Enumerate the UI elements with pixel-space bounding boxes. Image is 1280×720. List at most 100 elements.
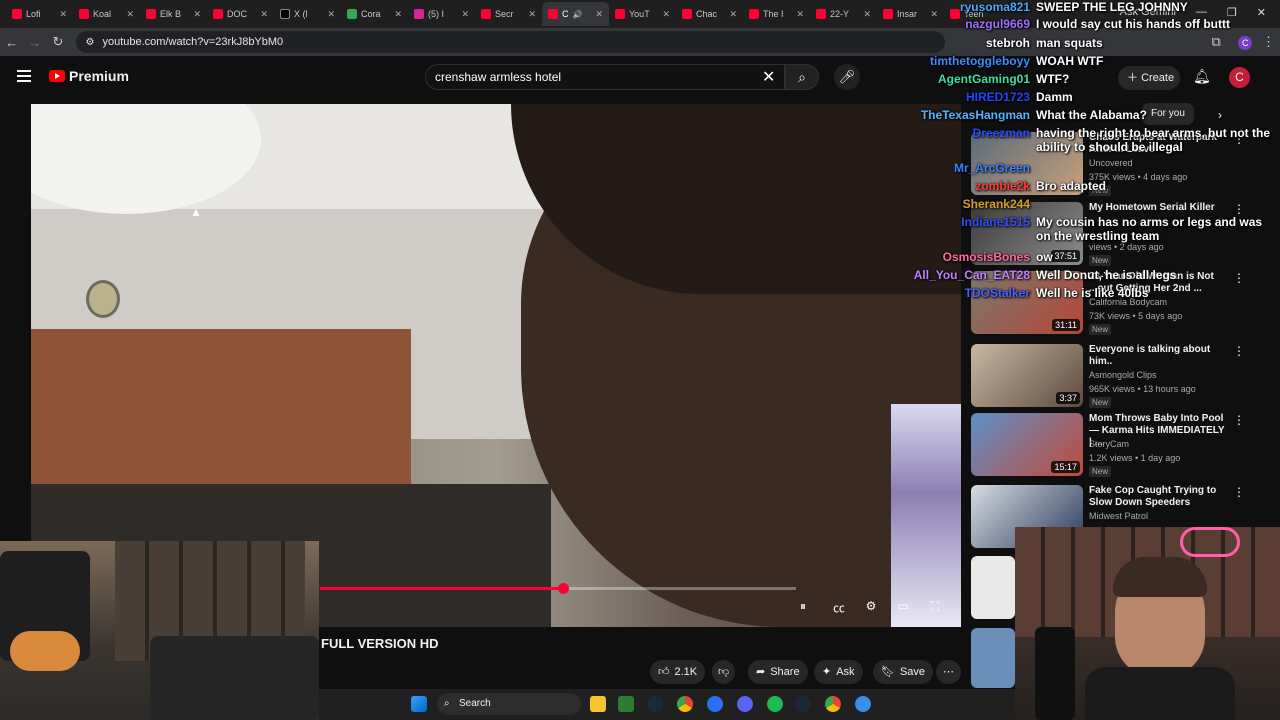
close-tab-icon[interactable]: ✕ bbox=[260, 9, 268, 20]
close-tab-icon[interactable]: ✕ bbox=[327, 9, 335, 20]
profile-icon[interactable]: C bbox=[1234, 34, 1257, 50]
close-tab-icon[interactable]: ✕ bbox=[863, 9, 871, 20]
chat-username: timthetoggleboyy bbox=[929, 54, 1030, 68]
chat-text: man squats bbox=[1036, 36, 1103, 50]
miniplayer-icon[interactable]: ▭ bbox=[893, 599, 913, 615]
close-tab-icon[interactable]: ✕ bbox=[662, 9, 670, 20]
steam-icon[interactable] bbox=[795, 696, 811, 712]
save-button[interactable]: 🔖︎ Save bbox=[873, 660, 934, 684]
chat-username: ryusoma821 bbox=[959, 0, 1030, 14]
tab-label: Koal bbox=[93, 9, 112, 19]
browser-tab[interactable]: Chac ✕ bbox=[676, 2, 743, 26]
fullscreen-icon[interactable]: ⛶ bbox=[925, 599, 945, 615]
browser-menu-icon[interactable]: ⋮ bbox=[1257, 34, 1280, 50]
chrome-icon[interactable] bbox=[677, 696, 693, 712]
dislike-button[interactable]: 👎︎ bbox=[712, 660, 736, 684]
close-tab-icon[interactable]: ✕ bbox=[729, 9, 737, 20]
extensions-icon[interactable]: ⧉ bbox=[1205, 34, 1228, 50]
cat bbox=[10, 631, 80, 671]
recommendation-item[interactable]: 3:37 Everyone is talking about him.. Asm… bbox=[971, 344, 1271, 408]
app-icon[interactable] bbox=[618, 696, 634, 712]
browser-tab[interactable]: The I ✕ bbox=[743, 2, 810, 26]
close-tab-icon[interactable]: ✕ bbox=[193, 9, 201, 20]
browser-tab[interactable]: Cora ✕ bbox=[341, 2, 408, 26]
youtube-play-icon bbox=[49, 70, 65, 82]
browser-tab[interactable]: Secr ✕ bbox=[475, 2, 542, 26]
site-info-icon[interactable]: ⚙ bbox=[86, 37, 95, 48]
recommendation-thumbnail[interactable] bbox=[971, 556, 1015, 619]
browser-tab[interactable]: Koal ✕ bbox=[73, 2, 140, 26]
progress-scrubber[interactable] bbox=[557, 583, 569, 594]
close-tab-icon[interactable]: ✕ bbox=[528, 9, 536, 20]
notifications-bell-icon[interactable]: 🔔︎ bbox=[1193, 68, 1211, 85]
search-input[interactable]: crenshaw armless hotel bbox=[425, 64, 785, 90]
windows-start-icon[interactable] bbox=[411, 696, 427, 712]
more-vertical-icon[interactable]: ⋮ bbox=[1233, 413, 1245, 427]
close-tab-icon[interactable]: ✕ bbox=[126, 9, 134, 20]
close-window-icon[interactable]: ✕ bbox=[1257, 6, 1266, 19]
app-icon[interactable] bbox=[855, 696, 871, 712]
share-button[interactable]: ➦ Share bbox=[748, 660, 808, 684]
chevron-right-icon[interactable]: › bbox=[1218, 108, 1222, 122]
reload-icon[interactable]: ↻ bbox=[46, 34, 69, 50]
forward-icon[interactable]: → bbox=[23, 35, 46, 50]
more-vertical-icon[interactable]: ⋮ bbox=[1233, 271, 1245, 285]
close-tab-icon[interactable]: ✕ bbox=[394, 9, 402, 20]
browser-tab[interactable]: Lofi ✕ bbox=[6, 2, 73, 26]
search-button[interactable]: ⌕ bbox=[785, 64, 819, 90]
voice-search-button[interactable]: 🎤︎ bbox=[834, 64, 860, 90]
new-badge: New bbox=[1089, 466, 1112, 477]
captions-icon[interactable]: ㏄ bbox=[829, 599, 849, 615]
microphone-icon bbox=[1035, 627, 1075, 720]
clear-search-icon[interactable]: ✕ bbox=[762, 67, 775, 87]
browser-tab[interactable]: X (l ✕ bbox=[274, 2, 341, 26]
recommendation-item[interactable]: 15:17 Mom Throws Baby Into Pool — Karma … bbox=[971, 413, 1271, 477]
taskbar-search[interactable]: ⌕ Search bbox=[437, 693, 581, 715]
create-button[interactable]: ＋ Create bbox=[1118, 66, 1180, 90]
youtube-logo[interactable]: Premium bbox=[49, 68, 129, 84]
close-tab-icon[interactable]: ✕ bbox=[595, 9, 603, 20]
more-vertical-icon[interactable]: ⋮ bbox=[1233, 202, 1245, 216]
more-vertical-icon[interactable]: ⋮ bbox=[1233, 485, 1245, 499]
browser-tab[interactable]: (5) I ✕ bbox=[408, 2, 475, 26]
browser-tab[interactable]: YouT ✕ bbox=[609, 2, 676, 26]
thumbs-down-icon: 👎︎ bbox=[718, 666, 730, 678]
pause-icon[interactable]: ⏸ bbox=[793, 599, 813, 615]
app-icon[interactable] bbox=[767, 696, 783, 712]
close-tab-icon[interactable]: ✕ bbox=[930, 9, 938, 20]
browser-tab-active[interactable]: C 🔊 ✕ bbox=[542, 2, 609, 26]
app-icon[interactable] bbox=[707, 696, 723, 712]
like-button[interactable]: 👍︎ 2.1K bbox=[650, 660, 706, 684]
browser-tab[interactable]: 22-Y ✕ bbox=[810, 2, 877, 26]
address-bar[interactable]: ⚙ youtube.com/watch?v=23rkJ8bYbM0 bbox=[75, 31, 945, 53]
more-vertical-icon[interactable]: ⋮ bbox=[1233, 344, 1245, 358]
steam-icon[interactable] bbox=[647, 696, 663, 712]
recommendation-thumbnail[interactable] bbox=[971, 628, 1015, 688]
browser-tab[interactable]: Elk B ✕ bbox=[140, 2, 207, 26]
back-icon[interactable]: ← bbox=[0, 35, 23, 50]
chat-text: Well Donut, he is all legs bbox=[1036, 268, 1177, 282]
browser-tab[interactable]: Insar ✕ bbox=[877, 2, 944, 26]
streamer-hair bbox=[1113, 557, 1207, 597]
chat-text: ow bbox=[1036, 250, 1053, 264]
ask-button[interactable]: ✦ Ask bbox=[814, 660, 863, 684]
file-explorer-icon[interactable] bbox=[590, 696, 606, 712]
close-tab-icon[interactable]: ✕ bbox=[461, 9, 469, 20]
chat-username: All_You_Can_EAT28 bbox=[913, 268, 1030, 282]
chat-username: Mr_ArcGreen bbox=[953, 161, 1030, 175]
close-tab-icon[interactable]: ✕ bbox=[796, 9, 804, 20]
plus-icon: ＋ bbox=[1127, 72, 1142, 84]
settings-gear-icon[interactable]: ⚙ bbox=[861, 599, 881, 615]
avatar[interactable]: C bbox=[1229, 67, 1250, 88]
close-tab-icon[interactable]: ✕ bbox=[59, 9, 67, 20]
tab-label: Insar bbox=[897, 9, 918, 19]
chip-for-you[interactable]: For you bbox=[1142, 103, 1194, 125]
chat-text: Damm bbox=[1036, 90, 1073, 104]
discord-icon[interactable] bbox=[737, 696, 753, 712]
hamburger-menu-icon[interactable] bbox=[17, 70, 31, 82]
chrome-icon[interactable] bbox=[825, 696, 841, 712]
speaker-icon[interactable]: 🔊 bbox=[573, 10, 583, 19]
browser-tab[interactable]: DOC ✕ bbox=[207, 2, 274, 26]
more-actions-button[interactable]: ⋯ bbox=[936, 660, 961, 684]
mouse-cursor-icon: ▲ bbox=[190, 205, 202, 219]
